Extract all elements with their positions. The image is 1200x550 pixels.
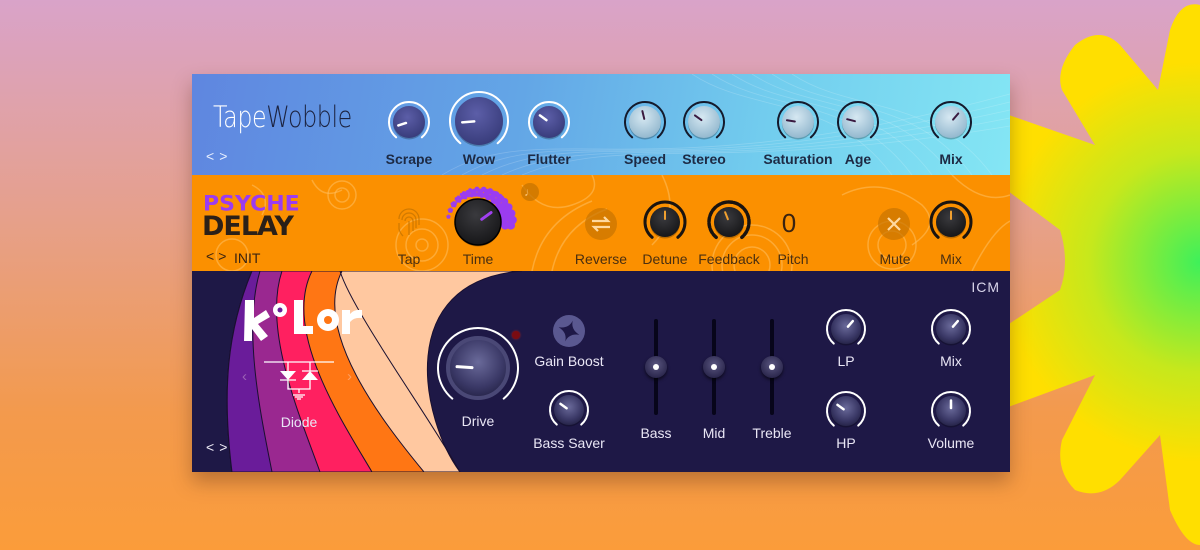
volume-knob[interactable]	[931, 391, 971, 428]
decorative-star-shape	[1000, 0, 1200, 550]
mix-knob[interactable]	[931, 309, 971, 346]
reverse-button[interactable]	[585, 208, 617, 240]
plugin-rack: TapeWobble <> Scrape Wow Flutter Speed S…	[192, 74, 1010, 472]
mid-slider-thumb[interactable]	[703, 356, 725, 378]
mix-label: Mix	[940, 353, 962, 369]
sync-note-icon[interactable]: ♩	[521, 183, 539, 201]
mix-label: Mix	[940, 251, 962, 267]
mute-button[interactable]	[878, 208, 910, 240]
time-label: Time	[462, 251, 494, 267]
mix-knob[interactable]	[929, 200, 973, 239]
scrape-label: Scrape	[385, 151, 433, 167]
saturation-label: Saturation	[763, 151, 833, 167]
clip-led	[512, 331, 520, 339]
bass-label: Bass	[640, 425, 672, 441]
tapewobble-knobs	[388, 91, 972, 147]
kolor-panel: ICM ‹ › Diode <> Drive Gain Boost Bass S…	[192, 271, 1010, 472]
saturation-knob[interactable]	[777, 101, 819, 140]
speed-knob[interactable]	[624, 101, 666, 140]
psychedelay-panel: PSYCHE DELAY <> INIT Tap ♩ Time Reverse …	[192, 175, 1010, 271]
pitch-value[interactable]: 0	[782, 208, 796, 239]
scrape-knob[interactable]	[388, 101, 430, 140]
flutter-knob[interactable]	[528, 101, 570, 140]
wow-knob[interactable]	[449, 91, 509, 147]
detune-label: Detune	[642, 251, 688, 267]
mid-label: Mid	[702, 425, 726, 441]
bass-saver-label: Bass Saver	[533, 435, 605, 451]
reverse-label: Reverse	[574, 251, 628, 267]
volume-label: Volume	[927, 435, 975, 451]
stereo-label: Stereo	[682, 151, 726, 167]
gain-boost-button[interactable]	[553, 315, 585, 347]
pitch-label: Pitch	[777, 251, 809, 267]
speed-label: Speed	[623, 151, 667, 167]
time-knob[interactable]	[454, 198, 502, 247]
hp-knob[interactable]	[826, 391, 866, 428]
treble-slider-thumb[interactable]	[761, 356, 783, 378]
hp-label: HP	[836, 435, 856, 451]
tapewobble-panel: TapeWobble <> Scrape Wow Flutter Speed S…	[192, 74, 1010, 175]
flutter-label: Flutter	[527, 151, 571, 167]
wow-label: Wow	[462, 151, 496, 167]
bass-saver-knob[interactable]	[549, 390, 589, 427]
mix-label: Mix	[939, 151, 963, 167]
gain-boost-label: Gain Boost	[534, 353, 604, 369]
detune-knob[interactable]	[643, 200, 687, 239]
age-knob[interactable]	[837, 101, 879, 140]
lp-label: LP	[837, 353, 855, 369]
bass-slider-thumb[interactable]	[645, 356, 667, 378]
knob-pointer	[455, 365, 474, 370]
lp-knob[interactable]	[826, 309, 866, 346]
knob-pointer	[461, 120, 476, 124]
feedback-knob[interactable]	[707, 200, 751, 240]
treble-label: Treble	[752, 425, 792, 441]
mix-knob[interactable]	[930, 101, 972, 140]
drive-knob[interactable]	[437, 327, 519, 400]
knob-pointer	[785, 119, 796, 123]
mute-label: Mute	[879, 251, 911, 267]
stereo-knob[interactable]	[683, 101, 725, 140]
age-label: Age	[844, 151, 872, 167]
feedback-label: Feedback	[698, 251, 760, 267]
drive-label: Drive	[461, 413, 495, 429]
